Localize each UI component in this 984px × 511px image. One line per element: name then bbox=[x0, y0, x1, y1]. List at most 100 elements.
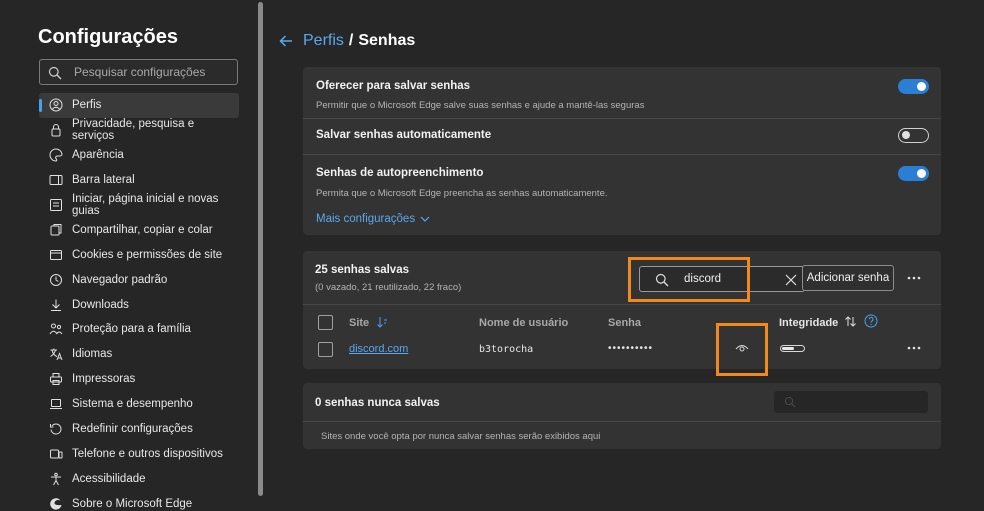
sidebar-item-label: Navegador padrão bbox=[72, 273, 168, 286]
sidebar-item-label: Compartilhar, copiar e colar bbox=[72, 223, 213, 236]
sidebar-item-label: Downloads bbox=[72, 298, 129, 311]
laptop-icon bbox=[49, 397, 63, 411]
settings-search-box[interactable] bbox=[39, 59, 238, 85]
autofill-desc: Permita que o Microsoft Edge preencha as… bbox=[316, 188, 608, 199]
saved-count: 25 senhas salvas bbox=[315, 264, 409, 276]
cookie-icon bbox=[49, 248, 63, 262]
never-saved-search-box bbox=[774, 391, 928, 413]
lock-icon bbox=[49, 123, 63, 137]
divider bbox=[303, 118, 941, 119]
back-arrow-icon[interactable] bbox=[278, 33, 294, 49]
row-more-options-icon[interactable] bbox=[905, 339, 923, 357]
saved-passwords-card: 25 senhas salvas (0 vazado, 21 reutiliza… bbox=[303, 251, 941, 376]
sidebar-item-downloads[interactable]: Downloads bbox=[39, 292, 239, 317]
sidebar-nav: Perfis Privacidade, pesquisa e serviços … bbox=[39, 93, 239, 511]
sidebar-title: Configurações bbox=[38, 26, 179, 48]
sidebar-item-impressoras[interactable]: Impressoras bbox=[39, 367, 239, 392]
sidebar-item-label: Iniciar, página inicial e novas guias bbox=[72, 193, 219, 217]
sidebar-item-sistema[interactable]: Sistema e desempenho bbox=[39, 392, 239, 417]
auto-save-title: Salvar senhas automaticamente bbox=[316, 129, 492, 141]
sidebar-item-label: Proteção para a família bbox=[72, 323, 191, 336]
accessibility-icon bbox=[49, 472, 63, 486]
never-saved-title: 0 senhas nunca salvas bbox=[315, 397, 440, 409]
language-icon bbox=[49, 347, 63, 361]
search-highlight-box bbox=[628, 257, 750, 302]
offer-save-desc: Permitir que o Microsoft Edge salve suas… bbox=[316, 100, 645, 111]
chevron-down-icon bbox=[420, 216, 430, 222]
sidebar-item-label: Idiomas bbox=[72, 348, 113, 361]
username-value: b3torocha bbox=[479, 344, 534, 355]
settings-search-input[interactable] bbox=[74, 63, 232, 81]
sidebar-item-iniciar[interactable]: Iniciar, página inicial e novas guias bbox=[39, 193, 239, 218]
close-icon[interactable] bbox=[784, 273, 798, 287]
sidebar-item-label: Sistema e desempenho bbox=[72, 398, 193, 411]
sidebar-icon bbox=[49, 173, 63, 187]
browser-icon bbox=[49, 273, 63, 287]
sidebar-item-label: Acessibilidade bbox=[72, 472, 146, 485]
sort-icon[interactable] bbox=[376, 316, 388, 328]
password-settings-card: Oferecer para salvar senhas Permitir que… bbox=[303, 67, 941, 235]
sidebar-item-acessibilidade[interactable]: Acessibilidade bbox=[39, 466, 239, 491]
offer-save-toggle[interactable] bbox=[898, 79, 929, 94]
settings-sidebar: Configurações Perfis Privacidade, pesqui… bbox=[0, 0, 256, 511]
sidebar-item-privacidade[interactable]: Privacidade, pesquisa e serviços bbox=[39, 118, 239, 143]
add-password-button[interactable]: Adicionar senha bbox=[802, 265, 894, 291]
autofill-toggle[interactable] bbox=[898, 166, 929, 181]
reset-icon bbox=[49, 422, 63, 436]
never-saved-desc: Sites onde você opta por nunca salvar se… bbox=[321, 431, 601, 442]
family-icon bbox=[49, 322, 63, 336]
share-icon bbox=[49, 223, 63, 237]
auto-save-toggle[interactable] bbox=[898, 128, 929, 143]
password-value: •••••••••• bbox=[608, 343, 654, 354]
sidebar-item-compartilhar[interactable]: Compartilhar, copiar e colar bbox=[39, 217, 239, 242]
edge-icon bbox=[49, 497, 63, 511]
sidebar-scrollbar-thumb[interactable] bbox=[258, 2, 263, 496]
column-header-site[interactable]: Site bbox=[349, 317, 369, 329]
offer-save-title: Oferecer para salvar senhas bbox=[316, 80, 471, 92]
more-settings-link[interactable]: Mais configurações bbox=[316, 213, 430, 225]
sidebar-item-sobre[interactable]: Sobre o Microsoft Edge bbox=[39, 491, 239, 511]
sidebar-item-telefone[interactable]: Telefone e outros dispositivos bbox=[39, 441, 239, 466]
sidebar-item-label: Privacidade, pesquisa e serviços bbox=[72, 118, 195, 143]
more-settings-label: Mais configurações bbox=[316, 213, 416, 225]
eye-highlight-box bbox=[716, 323, 768, 376]
sidebar-item-label: Redefinir configurações bbox=[72, 423, 193, 436]
sidebar-item-label: Telefone e outros dispositivos bbox=[72, 447, 223, 460]
sidebar-item-barra-lateral[interactable]: Barra lateral bbox=[39, 168, 239, 193]
more-options-icon[interactable] bbox=[905, 269, 923, 287]
sidebar-item-aparencia[interactable]: Aparência bbox=[39, 143, 239, 168]
sidebar-item-navegador-padrao[interactable]: Navegador padrão bbox=[39, 267, 239, 292]
divider bbox=[303, 154, 941, 155]
search-icon bbox=[784, 396, 796, 408]
site-link[interactable]: discord.com bbox=[349, 343, 408, 355]
phone-icon bbox=[49, 447, 63, 461]
sidebar-item-redefinir[interactable]: Redefinir configurações bbox=[39, 417, 239, 442]
password-strength-indicator bbox=[780, 345, 805, 352]
sidebar-item-cookies[interactable]: Cookies e permissões de site bbox=[39, 242, 239, 267]
breadcrumb-separator: / bbox=[348, 32, 354, 49]
column-header-username: Nome de usuário bbox=[479, 317, 569, 329]
select-all-checkbox[interactable] bbox=[318, 315, 333, 330]
sidebar-item-familia[interactable]: Proteção para a família bbox=[39, 317, 239, 342]
column-header-health: Integridade bbox=[779, 317, 839, 329]
home-tabs-icon bbox=[49, 198, 63, 212]
sidebar-item-idiomas[interactable]: Idiomas bbox=[39, 342, 239, 367]
column-header-password: Senha bbox=[608, 317, 642, 329]
saved-summary: (0 vazado, 21 reutilizado, 22 fraco) bbox=[315, 282, 462, 293]
sidebar-item-label: Aparência bbox=[72, 149, 124, 162]
sort-arrows-icon[interactable] bbox=[844, 315, 857, 328]
help-icon[interactable] bbox=[864, 314, 878, 328]
palette-icon bbox=[49, 148, 63, 162]
page-title: Senhas bbox=[358, 32, 416, 49]
sidebar-item-perfis[interactable]: Perfis bbox=[39, 93, 239, 118]
profile-icon bbox=[49, 98, 63, 112]
sidebar-item-label: Sobre o Microsoft Edge bbox=[72, 497, 193, 510]
breadcrumb-parent-link[interactable]: Perfis bbox=[303, 32, 344, 50]
strength-fill bbox=[782, 347, 794, 350]
sidebar-item-label: Perfis bbox=[72, 99, 102, 112]
never-saved-card: 0 senhas nunca salvas Sites onde você op… bbox=[303, 383, 941, 449]
row-checkbox[interactable] bbox=[318, 342, 333, 357]
printer-icon bbox=[49, 372, 63, 386]
download-icon bbox=[49, 298, 63, 312]
breadcrumb: Perfis / Senhas bbox=[278, 32, 415, 50]
